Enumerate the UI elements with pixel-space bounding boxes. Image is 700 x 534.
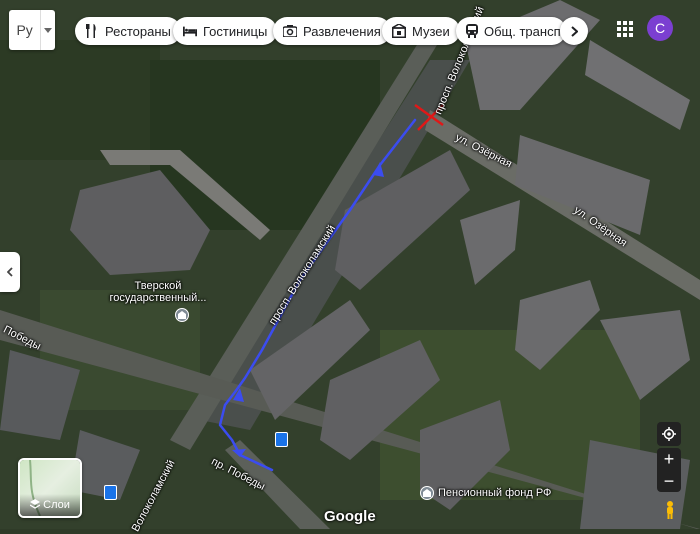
account-avatar[interactable]: C bbox=[647, 15, 673, 41]
category-chip-entertainment[interactable]: Развлечения bbox=[273, 17, 391, 45]
category-chip-restaurants[interactable]: Рестораны bbox=[75, 17, 181, 45]
chevron-down-icon bbox=[40, 10, 55, 50]
category-chip-label: Развлечения bbox=[303, 23, 381, 39]
poi-university-marker[interactable] bbox=[175, 308, 189, 322]
category-chip-label: Гостиницы bbox=[203, 23, 268, 39]
bus-stop-icon[interactable] bbox=[104, 485, 117, 500]
chips-scroll-next-button[interactable] bbox=[560, 17, 588, 45]
category-chip-hotels[interactable]: Гостиницы bbox=[173, 17, 278, 45]
university-icon bbox=[175, 308, 189, 322]
language-selector[interactable]: Ру bbox=[9, 10, 55, 50]
camera-icon bbox=[283, 24, 297, 38]
category-chip-label: Музеи bbox=[412, 23, 450, 39]
category-chip-museums[interactable]: Музеи bbox=[382, 17, 460, 45]
building-icon bbox=[420, 486, 434, 500]
satellite-map[interactable] bbox=[0, 0, 700, 529]
apps-grid-icon[interactable] bbox=[615, 19, 635, 39]
fork-knife-icon bbox=[85, 24, 99, 38]
layers-icon bbox=[29, 498, 41, 512]
chevron-right-icon bbox=[570, 25, 578, 37]
pegman-icon[interactable] bbox=[660, 500, 680, 520]
poi-pension-fund[interactable]: Пенсионный фонд РФ bbox=[420, 486, 551, 500]
poi-label-university-text: Тверской государственный... bbox=[109, 280, 207, 304]
my-location-button[interactable] bbox=[657, 422, 681, 446]
layers-label: Слои bbox=[43, 499, 70, 511]
category-chip-label: Общ. транспо bbox=[484, 23, 566, 39]
zoom-in-button[interactable]: + bbox=[657, 448, 681, 470]
crosshair-icon bbox=[662, 427, 676, 441]
bus-stop-icon[interactable] bbox=[275, 432, 288, 447]
zoom-out-button[interactable]: − bbox=[657, 470, 681, 492]
poi-pension-fund-label: Пенсионный фонд РФ bbox=[438, 487, 552, 499]
category-chip-label: Рестораны bbox=[105, 23, 171, 39]
layers-button[interactable]: Слои bbox=[18, 458, 82, 518]
museum-icon bbox=[392, 24, 406, 38]
google-logo: Google bbox=[324, 508, 376, 525]
bed-icon bbox=[183, 24, 197, 38]
poi-label-university[interactable]: Тверской государственный... bbox=[98, 280, 218, 304]
language-code: Ру bbox=[16, 22, 33, 38]
collapse-side-panel-button[interactable] bbox=[0, 252, 20, 292]
category-chip-transit[interactable]: Общ. транспо bbox=[456, 17, 566, 45]
chevron-left-icon bbox=[7, 267, 13, 277]
transit-icon bbox=[466, 24, 478, 38]
